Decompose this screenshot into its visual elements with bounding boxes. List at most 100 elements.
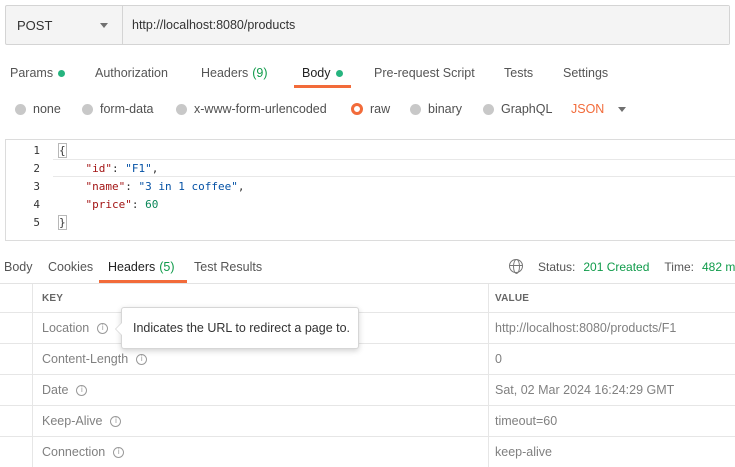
body-format-label: JSON [571,102,605,116]
status-label: Status: [538,260,576,274]
indicator-dot-icon [335,69,343,77]
json-value: 60 [145,197,159,211]
editor-line: 5 } [6,213,735,231]
tab-headers[interactable]: Headers (9) [201,58,268,88]
info-icon[interactable]: i [97,322,109,334]
info-icon[interactable]: i [113,446,125,458]
json-value: "3 in 1 coffee" [138,179,238,193]
radio-icon [176,103,187,115]
radio-binary[interactable]: binary [410,98,462,120]
body-editor[interactable]: 1 { 2 "id": "F1", 3 "name": "3 in 1 coff… [5,139,735,241]
radio-icon [82,103,93,115]
editor-line: 1 { [6,141,735,159]
tab-authorization[interactable]: Authorization [95,58,168,88]
json-value: "F1" [125,161,152,175]
radio-icon [410,103,421,115]
tab-count: (9) [252,66,268,80]
editor-line: 4 "price": 60 [6,195,735,213]
response-status: Status: 201 Created Time: 482 ms [538,252,735,282]
tab-label: Pre-request Script [374,66,475,80]
radio-label: binary [428,102,463,116]
header-value: Sat, 02 Mar 2024 16:24:29 GMT [495,383,675,397]
header-key: Keep-Alive [42,414,103,428]
tab-label: Params [10,66,54,80]
line-number: 3 [33,179,40,193]
time-label: Time: [664,260,694,274]
table-row: Connection i keep-alive [0,437,735,467]
header-value: 0 [495,352,502,366]
editor-line: 2 "id": "F1", [6,159,735,177]
table-header-row: KEY VALUE [0,284,735,313]
tab-pre-request-script[interactable]: Pre-request Script [374,58,475,88]
info-icon[interactable]: i [76,384,88,396]
header-key: Content-Length [42,352,129,366]
radio-x-www-form-urlencoded[interactable]: x-www-form-urlencoded [176,98,327,120]
url-input[interactable]: http://localhost:8080/products [123,6,729,44]
header-value: keep-alive [495,445,552,459]
tab-response-body[interactable]: Body [4,252,33,282]
tab-label: Authorization [95,66,168,80]
tab-count: (5) [159,260,175,274]
request-bar: POST http://localhost:8080/products [5,5,730,45]
method-label: POST [17,17,53,33]
table-row: Date i Sat, 02 Mar 2024 16:24:29 GMT [0,375,735,406]
table-row: Keep-Alive i timeout=60 [0,406,735,437]
table-row: Location i http://localhost:8080/products… [0,313,735,344]
globe-icon[interactable] [509,259,523,274]
radio-graphql[interactable]: GraphQL [483,98,552,120]
header-value: timeout=60 [495,414,558,428]
editor-line: 3 "name": "3 in 1 coffee", [6,177,735,195]
tab-label: Headers [201,66,249,80]
response-headers-table: KEY VALUE Location i http://localhost:808… [0,283,735,467]
line-number: 5 [33,215,40,229]
radio-form-data[interactable]: form-data [82,98,154,120]
tab-label: Headers [108,260,156,274]
tab-params[interactable]: Params [10,58,66,88]
tab-label: Tests [504,66,534,80]
radio-label: GraphQL [501,102,553,116]
line-number: 1 [33,143,40,157]
open-brace: { [58,142,67,158]
close-brace: } [58,214,67,230]
tab-cookies[interactable]: Cookies [48,252,93,282]
tab-tests[interactable]: Tests [504,58,533,88]
radio-label: x-www-form-urlencoded [194,102,327,116]
json-key: "id" [85,161,113,175]
time-value[interactable]: 482 ms [702,260,735,274]
method-select[interactable]: POST [6,6,123,44]
tab-settings[interactable]: Settings [563,58,608,88]
header-key: Connection [42,445,106,459]
tab-label: Settings [563,66,609,80]
chevron-down-icon [100,22,108,28]
radio-raw[interactable]: raw [351,98,390,120]
radio-none[interactable]: none [15,98,61,120]
radio-label: form-data [100,102,154,116]
json-key: "name" [85,179,126,193]
header-value: http://localhost:8080/products/F1 [495,321,677,335]
radio-icon [15,103,26,115]
tab-test-results[interactable]: Test Results [194,252,262,282]
tab-label: Cookies [48,260,94,274]
tab-label: Body [302,66,331,80]
header-tooltip: Indicates the URL to redirect a page to. [115,307,359,349]
info-icon[interactable]: i [136,353,148,365]
radio-icon [483,103,494,115]
info-icon[interactable]: i [110,415,122,427]
tab-label: Body [4,260,33,274]
table-row: Content-Length i 0 [0,344,735,375]
json-trail: , [151,161,159,175]
body-format-select[interactable]: JSON [571,98,627,120]
header-key: Date [42,383,69,397]
tab-body[interactable]: Body [294,58,350,88]
json-trail: , [237,179,245,193]
tab-response-headers[interactable]: Headers (5) [99,252,186,283]
radio-label: raw [370,102,391,116]
tab-label: Test Results [194,260,263,274]
chevron-down-icon [618,106,627,112]
status-value[interactable]: 201 Created [583,260,649,274]
radio-label: none [33,102,61,116]
json-key: "price" [85,197,132,211]
header-key: Location [42,321,90,335]
indicator-dot-icon [58,69,66,77]
column-header-value: VALUE [495,292,530,304]
